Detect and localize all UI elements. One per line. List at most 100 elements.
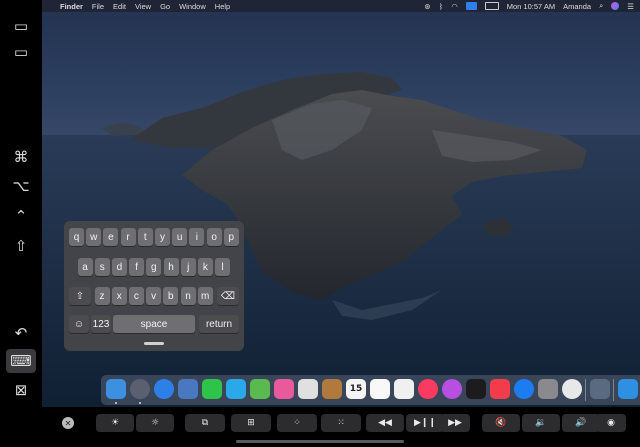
messages-icon[interactable] — [226, 379, 246, 399]
menu-view[interactable]: View — [135, 2, 151, 11]
volume-up-button[interactable]: 🔊 — [562, 414, 600, 432]
apple-tv-icon[interactable] — [466, 379, 486, 399]
system-preferences-icon[interactable] — [538, 379, 558, 399]
disconnect-button[interactable]: ⊠ — [6, 378, 36, 402]
contacts-icon[interactable] — [298, 379, 318, 399]
key-z[interactable]: z — [94, 287, 110, 305]
key-n[interactable]: n — [180, 287, 196, 305]
key-u[interactable]: u — [172, 228, 188, 246]
mute-icon: 🔇 — [495, 418, 507, 428]
key-f[interactable]: f — [129, 258, 145, 276]
menu-window[interactable]: Window — [179, 2, 206, 11]
key-s[interactable]: s — [94, 258, 110, 276]
battery-icon[interactable] — [484, 2, 499, 10]
floating-keyboard: q w e r t y u i o p a s d f g h j k l ⇧ z x c v b n m ⌫ ☺ 123 space ret… — [64, 221, 244, 351]
chrome-icon[interactable] — [562, 379, 582, 399]
key-b[interactable]: b — [163, 287, 179, 305]
finder-icon[interactable] — [106, 379, 126, 399]
safari-icon[interactable] — [154, 379, 174, 399]
key-l[interactable]: l — [215, 258, 231, 276]
notes-icon[interactable] — [322, 379, 342, 399]
launchpad-button[interactable]: ⊞ — [231, 414, 271, 432]
key-o[interactable]: o — [206, 228, 222, 246]
reminders-icon[interactable] — [370, 379, 390, 399]
sidecar-sidebar: ▭ ▭ ⌘ ⌥ ⌃ ⇧ ↶ ⌨ ⊠ — [0, 0, 42, 407]
key-k[interactable]: k — [197, 258, 213, 276]
key-m[interactable]: m — [197, 287, 213, 305]
calendar-icon[interactable]: 15 — [346, 379, 366, 399]
wifi-icon[interactable]: ◠ — [451, 2, 458, 11]
menu-help[interactable]: Help — [215, 2, 230, 11]
close-icon: ✕ — [64, 418, 72, 428]
maps-icon[interactable] — [250, 379, 270, 399]
keyboard-light-up-button[interactable]: ⁙ — [321, 414, 361, 432]
mute-button[interactable]: 🔇 — [482, 414, 520, 432]
space-key[interactable]: space — [113, 315, 195, 333]
downloads-folder-icon[interactable] — [618, 379, 638, 399]
sidecar-status-icon[interactable] — [465, 2, 477, 10]
rewind-button[interactable]: ◀◀ — [366, 414, 404, 432]
creative-cloud-icon[interactable]: ⊛ — [424, 2, 430, 11]
menu-edit[interactable]: Edit — [113, 2, 126, 11]
emoji-key[interactable]: ☺ — [69, 315, 89, 333]
app-store-icon[interactable] — [514, 379, 534, 399]
photos-icon[interactable] — [274, 379, 294, 399]
touchbar-close-button[interactable]: ✕ — [62, 417, 74, 429]
music-icon[interactable] — [418, 379, 438, 399]
numbers-key[interactable]: 123 — [91, 315, 111, 333]
preview-icon[interactable] — [590, 379, 610, 399]
user-menu[interactable]: Amanda — [563, 2, 591, 11]
show-dock-button[interactable]: ▭ — [6, 40, 36, 64]
menu-file[interactable]: File — [92, 2, 104, 11]
key-d[interactable]: d — [111, 258, 127, 276]
key-j[interactable]: j — [180, 258, 196, 276]
menu-finder[interactable]: Finder — [60, 2, 83, 11]
key-p[interactable]: p — [223, 228, 239, 246]
volume-down-button[interactable]: 🔉 — [522, 414, 560, 432]
key-g[interactable]: g — [146, 258, 162, 276]
keyboard-toggle-button[interactable]: ⌨ — [6, 349, 36, 373]
key-y[interactable]: y — [155, 228, 170, 246]
clock[interactable]: Mon 10:57 AM — [507, 2, 555, 11]
key-c[interactable]: c — [128, 287, 144, 305]
keyboard-light-down-button[interactable]: ⁘ — [277, 414, 317, 432]
menu-go[interactable]: Go — [160, 2, 170, 11]
notification-center-icon[interactable]: ☰ — [627, 2, 634, 11]
option-key-button[interactable]: ⌥ — [6, 174, 36, 198]
key-w[interactable]: w — [86, 228, 102, 246]
bluetooth-icon[interactable]: ᛒ — [439, 2, 444, 11]
key-t[interactable]: t — [137, 228, 153, 246]
siri-button[interactable]: ◉ — [596, 414, 626, 432]
key-h[interactable]: h — [163, 258, 179, 276]
control-key-button[interactable]: ⌃ — [6, 204, 36, 228]
return-key[interactable]: return — [199, 315, 239, 333]
keyboard-drag-handle[interactable] — [144, 342, 164, 345]
home-indicator[interactable] — [236, 440, 404, 443]
delete-key[interactable]: ⌫ — [217, 287, 239, 305]
brightness-down-button[interactable]: ☀ — [96, 414, 134, 432]
undo-button[interactable]: ↶ — [6, 321, 36, 345]
facetime-icon[interactable] — [202, 379, 222, 399]
show-menubar-button[interactable]: ▭ — [6, 14, 36, 38]
key-v[interactable]: v — [146, 287, 162, 305]
key-e[interactable]: e — [103, 228, 119, 246]
command-key-button[interactable]: ⌘ — [6, 145, 36, 169]
shift-key[interactable]: ⇧ — [69, 287, 91, 305]
mail-icon[interactable] — [178, 379, 198, 399]
shift-key-button[interactable]: ⇧ — [6, 234, 36, 258]
mission-control-button[interactable]: ⧉ — [185, 414, 225, 432]
podcasts-icon[interactable] — [442, 379, 462, 399]
fast-forward-button[interactable]: ▶▶ — [440, 414, 470, 432]
news-icon[interactable] — [490, 379, 510, 399]
launchpad-icon[interactable] — [130, 379, 150, 399]
key-i[interactable]: i — [189, 228, 205, 246]
siri-icon[interactable] — [611, 2, 620, 10]
key-a[interactable]: a — [77, 258, 93, 276]
key-q[interactable]: q — [69, 228, 84, 246]
key-r[interactable]: r — [120, 228, 136, 246]
key-x[interactable]: x — [111, 287, 127, 305]
spotlight-icon[interactable]: ⌕ — [599, 1, 603, 11]
textedit-icon[interactable] — [394, 379, 414, 399]
play-pause-button[interactable]: ▶❙❙ — [406, 414, 444, 432]
brightness-up-button[interactable]: ☼ — [136, 414, 174, 432]
